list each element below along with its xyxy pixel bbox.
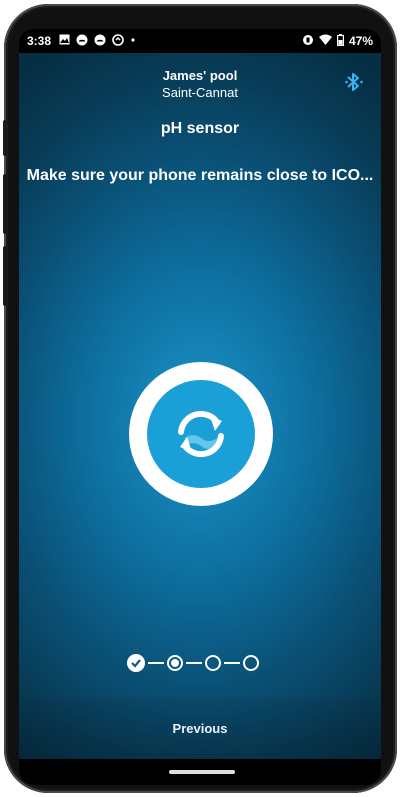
status-time: 3:38 [27,34,52,48]
sensor-title: pH sensor [160,120,240,137]
phone-side-button [3,246,7,306]
system-nav-bar [19,759,381,785]
app-screen: 3:38 47% James' pool Saint-Cannat pH sen… [19,29,381,785]
sync-notification-icon [112,33,124,49]
vibrate-icon [302,34,314,49]
cloud-icon [94,34,106,49]
checkmark-icon [131,659,141,668]
wifi-icon [318,34,332,48]
home-indicator[interactable] [169,770,235,774]
step-2-current [167,655,183,671]
bluetooth-icon[interactable] [343,70,365,94]
sync-indicator [129,362,273,506]
status-bar: 3:38 47% [19,29,381,53]
step-3 [205,655,221,671]
cloud-icon [76,34,88,49]
step-connector [186,662,202,664]
step-connector [224,662,240,664]
app-header: James' pool Saint-Cannat [19,53,381,100]
footer-bar: Previous [19,697,381,759]
step-1-complete [127,654,145,672]
step-connector [148,662,164,664]
status-right: 47% [302,33,373,49]
battery-icon [336,33,344,49]
sync-icon [178,410,224,458]
phone-side-button [3,120,7,156]
progress-stepper [127,651,277,675]
sync-icon-circle [147,380,255,488]
phone-side-button [3,174,7,234]
image-icon [59,34,70,48]
previous-button[interactable]: Previous [155,713,246,744]
pool-name: James' pool [162,68,238,83]
dot-icon [130,34,136,49]
step-4 [243,655,259,671]
instruction-message: Make sure your phone remains close to IC… [26,167,374,184]
battery-percent: 47% [348,34,373,48]
pool-location: Saint-Cannat [162,85,238,100]
